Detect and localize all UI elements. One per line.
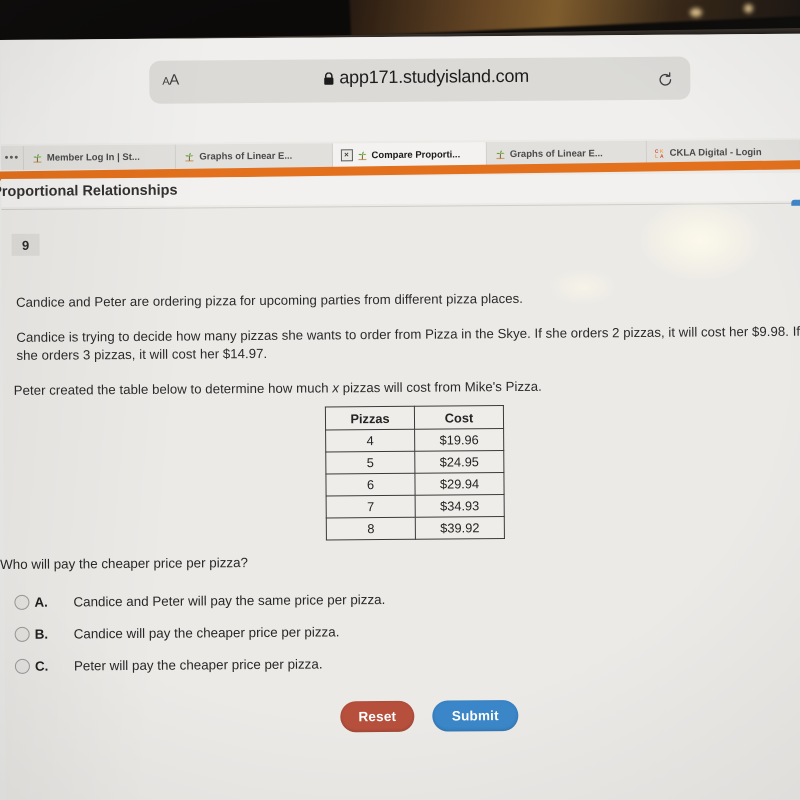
background-light-2: [744, 4, 753, 13]
text-size-icon[interactable]: AA: [162, 72, 179, 89]
svg-text:L: L: [655, 153, 658, 158]
question-paragraph-3: Peter created the table below to determi…: [14, 376, 774, 400]
table-row: 7 $34.93: [326, 494, 505, 518]
cell-cost: $34.93: [415, 494, 505, 518]
studyisland-favicon: [184, 151, 195, 162]
studyisland-favicon: [356, 150, 367, 161]
option-letter: C.: [34, 658, 49, 674]
tab-label: CKLA Digital - Login: [669, 146, 762, 159]
column-header-cost: Cost: [414, 405, 504, 430]
radio-button-c[interactable]: [14, 658, 30, 674]
submit-button[interactable]: Submit: [432, 699, 519, 732]
studyisland-favicon: [495, 149, 506, 160]
table-row: 6 $29.94: [325, 472, 505, 496]
reload-icon[interactable]: [657, 72, 673, 88]
table-header-row: Pizzas Cost: [325, 405, 504, 430]
answer-option-b[interactable]: B. Candice will pay the cheaper price pe…: [14, 621, 340, 644]
ckla-favicon: C K L A: [655, 147, 666, 159]
tablet-screen: AA app171.studyisland.com ••• Member Log…: [0, 33, 800, 800]
radio-button-b[interactable]: [14, 626, 30, 642]
question-number-badge: 9: [11, 233, 40, 256]
tab-label: Compare Proporti...: [371, 148, 461, 161]
question-paragraph-2: Candice is trying to decide how many piz…: [16, 323, 800, 363]
close-icon[interactable]: ×: [340, 149, 353, 162]
paragraph-3-before: Peter created the table below to determi…: [13, 380, 333, 398]
option-text: Candice and Peter will pay the same pric…: [73, 591, 386, 609]
pizza-cost-table: Pizzas Cost 4 $19.96 5 $24.95 6 $29.94 7…: [324, 405, 505, 541]
page-title: Proportional Relationships: [0, 182, 178, 201]
cell-cost: $19.96: [414, 428, 504, 452]
svg-text:A: A: [660, 153, 664, 158]
cell-cost: $39.92: [415, 516, 505, 540]
cell-pizzas: 7: [326, 495, 416, 518]
browser-tab-graphs-of-linear-1[interactable]: Graphs of Linear E...: [176, 143, 333, 169]
table-row: 8 $39.92: [326, 516, 505, 540]
cell-cost: $29.94: [414, 472, 505, 496]
question-content: 9 Candice and Peter are ordering pizza f…: [0, 205, 800, 800]
tab-label: Graphs of Linear E...: [199, 150, 293, 162]
browser-tab-member-log-in[interactable]: Member Log In | St...: [23, 144, 177, 170]
radio-button-a[interactable]: [14, 594, 30, 610]
browser-chrome: AA app171.studyisland.com: [0, 33, 800, 144]
option-text: Peter will pay the cheaper price per piz…: [73, 655, 323, 673]
option-letter: B.: [34, 626, 49, 642]
url-text[interactable]: app171.studyisland.com: [339, 66, 529, 88]
question-paragraph-1: Candice and Peter are ordering pizza for…: [16, 290, 524, 310]
tab-label: Graphs of Linear E...: [509, 147, 603, 160]
cell-pizzas: 6: [325, 473, 416, 496]
table-row: 5 $24.95: [325, 450, 504, 474]
lock-icon: [323, 72, 334, 85]
background-light-1: [690, 8, 702, 17]
studyisland-favicon: [32, 152, 43, 163]
tab-label: Member Log In | St...: [46, 151, 140, 164]
answer-option-c[interactable]: C. Peter will pay the cheaper price per …: [14, 653, 323, 675]
reset-button[interactable]: Reset: [340, 700, 415, 733]
cell-cost: $24.95: [414, 450, 504, 474]
option-letter: A.: [34, 594, 48, 610]
column-header-pizzas: Pizzas: [325, 406, 415, 430]
question-prompt: Who will pay the cheaper price per pizza…: [0, 555, 249, 573]
cell-pizzas: 4: [325, 429, 415, 452]
table-row: 4 $19.96: [325, 428, 504, 452]
option-text: Candice will pay the cheaper price per p…: [73, 623, 340, 641]
photographed-tablet-screenshot: AA app171.studyisland.com ••• Member Log…: [0, 0, 800, 800]
answer-option-a[interactable]: A. Candice and Peter will pay the same p…: [14, 589, 385, 612]
tab-overflow-button[interactable]: •••: [0, 145, 24, 170]
cell-pizzas: 5: [325, 451, 415, 474]
cell-pizzas: 8: [326, 517, 416, 540]
browser-tab-compare-proportional-active[interactable]: × Compare Proporti...: [332, 142, 487, 168]
paragraph-3-after: pizzas will cost from Mike's Pizza.: [338, 378, 542, 396]
